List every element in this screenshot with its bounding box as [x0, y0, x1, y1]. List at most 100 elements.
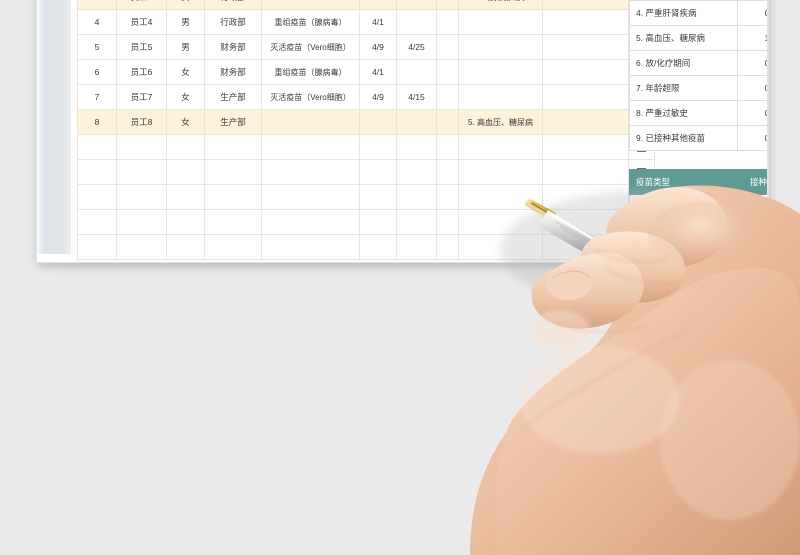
checkbox-icon[interactable]: [637, 243, 646, 253]
cell-dose2[interactable]: [396, 134, 437, 160]
cell-dose3[interactable]: [436, 59, 459, 85]
cell-dose3[interactable]: [436, 234, 459, 260]
cell-extra[interactable]: [542, 59, 629, 85]
cell-no[interactable]: [77, 234, 117, 260]
stats-row[interactable]: 9. 已接种其他疫苗0: [629, 125, 767, 151]
cell-dose2[interactable]: [396, 209, 437, 235]
table-row[interactable]: [77, 234, 655, 260]
cell-dept[interactable]: [204, 134, 262, 160]
cell-dept[interactable]: 财务部: [204, 59, 262, 85]
cell-sex[interactable]: [166, 184, 205, 210]
cell-note[interactable]: [458, 159, 543, 185]
cell-note[interactable]: 2. 哺乳期妇女: [458, 0, 543, 10]
cell-note[interactable]: [458, 234, 543, 260]
cell-note[interactable]: 5. 高血压、糖尿病: [458, 109, 543, 135]
cell-sex[interactable]: [166, 209, 205, 235]
cell-sex[interactable]: 男: [166, 34, 205, 60]
cell-dose3[interactable]: [436, 209, 459, 235]
cell-vaccine[interactable]: [261, 209, 360, 235]
stats-row[interactable]: 7. 年龄超限0: [629, 75, 767, 101]
table-row[interactable]: [77, 184, 655, 210]
cell-sex[interactable]: 女: [166, 109, 205, 135]
cell-vaccine[interactable]: 重组疫苗（腺病毒）: [261, 59, 360, 85]
cell-dose3[interactable]: [436, 84, 459, 110]
stats-row[interactable]: 4. 严重肝肾疾病0: [629, 0, 767, 26]
cell-extra[interactable]: [542, 109, 629, 135]
cell-no[interactable]: 3: [77, 0, 117, 10]
cell-name[interactable]: [116, 134, 167, 160]
cell-sex[interactable]: 女: [166, 59, 205, 85]
cell-dose3[interactable]: [436, 134, 459, 160]
table-row[interactable]: 5 员工5 男财务部 灭活疫苗（Vero细胞） 4/9 4/25: [77, 34, 655, 60]
cell-dose2[interactable]: [396, 184, 437, 210]
cell-dose1[interactable]: 4/1: [359, 59, 397, 85]
cell-name[interactable]: 员工6: [116, 59, 167, 85]
cell-extra[interactable]: [542, 34, 629, 60]
exclusion-stats-table[interactable]: 3. 健康状况04. 严重肝肾疾病05. 高血压、糖尿病16. 放/化疗期间07…: [629, 0, 767, 151]
cell-sex[interactable]: [166, 234, 205, 260]
cell-note[interactable]: [458, 209, 543, 235]
cell-sex[interactable]: 女: [166, 84, 205, 110]
cell-vaccine[interactable]: 灭活疫苗（Vero细胞）: [261, 34, 360, 60]
table-row[interactable]: 4 员工4 男行政部 重组疫苗（腺病毒） 4/1: [77, 9, 655, 35]
cell-dept[interactable]: 行政部: [204, 9, 262, 35]
cell-extra[interactable]: [542, 184, 629, 210]
cell-note[interactable]: [458, 84, 543, 110]
cell-name[interactable]: [116, 159, 167, 185]
cell-dose1[interactable]: [359, 109, 397, 135]
cell-dose3[interactable]: [436, 34, 459, 60]
cell-extra[interactable]: [542, 134, 629, 160]
cell-note[interactable]: [458, 59, 543, 85]
cell-name[interactable]: 员工7: [116, 84, 167, 110]
vaccine-type-table[interactable]: 疫苗类型接种人次灭活疫苗: [629, 169, 767, 220]
vaccine-type-row[interactable]: 灭活疫苗: [629, 194, 767, 220]
cell-dose1[interactable]: 4/1: [359, 9, 397, 35]
cell-dose2[interactable]: [396, 234, 437, 260]
cell-name[interactable]: [116, 209, 167, 235]
cell-note[interactable]: [458, 184, 543, 210]
cell-vaccine[interactable]: [261, 184, 360, 210]
cell-dept[interactable]: 财务部: [204, 34, 262, 60]
cell-vaccine[interactable]: 重组疫苗（腺病毒）: [261, 9, 360, 35]
cell-dose3[interactable]: [436, 9, 459, 35]
cell-dose2[interactable]: [396, 9, 437, 35]
stats-row[interactable]: 6. 放/化疗期间0: [629, 50, 767, 76]
cell-extra[interactable]: [542, 9, 629, 35]
cell-note[interactable]: [458, 134, 543, 160]
cell-vaccine[interactable]: [261, 234, 360, 260]
employee-vaccination-table[interactable]: 3员工3女行政部2. 哺乳期妇女4员工4男行政部重组疫苗（腺病毒）4/15员工5…: [77, 0, 655, 260]
cell-dose1[interactable]: 4/9: [359, 34, 397, 60]
table-row[interactable]: [77, 134, 655, 160]
cell-dept[interactable]: [204, 159, 262, 185]
cell-dose3[interactable]: [436, 109, 459, 135]
cell-dose2[interactable]: [396, 59, 437, 85]
cell-dose1[interactable]: [359, 134, 397, 160]
cell-name[interactable]: [116, 234, 167, 260]
cell-no[interactable]: 5: [77, 34, 117, 60]
cell-dose3[interactable]: [436, 184, 459, 210]
table-row[interactable]: [77, 159, 655, 185]
cell-dept[interactable]: 行政部: [204, 0, 262, 10]
cell-no[interactable]: [77, 134, 117, 160]
cell-sex[interactable]: [166, 159, 205, 185]
cell-dept[interactable]: [204, 184, 262, 210]
cell-dose1[interactable]: [359, 159, 397, 185]
cell-note[interactable]: [458, 34, 543, 60]
cell-dept[interactable]: [204, 234, 262, 260]
cell-vaccine[interactable]: [261, 109, 360, 135]
cell-dept[interactable]: 生产部: [204, 109, 262, 135]
cell-vaccine[interactable]: [261, 134, 360, 160]
cell-no[interactable]: [77, 209, 117, 235]
cell-no[interactable]: 6: [77, 59, 117, 85]
cell-extra[interactable]: [542, 0, 629, 10]
cell-dose2[interactable]: [396, 0, 437, 10]
cell-dose3[interactable]: [436, 0, 459, 10]
cell-sex[interactable]: 女: [166, 0, 205, 10]
cell-dose2[interactable]: [396, 109, 437, 135]
cell-no[interactable]: [77, 159, 117, 185]
cell-name[interactable]: [116, 184, 167, 210]
cell-no[interactable]: 7: [77, 84, 117, 110]
cell-dose1[interactable]: [359, 209, 397, 235]
cell-dose3[interactable]: [436, 159, 459, 185]
cell-extra[interactable]: [542, 159, 629, 185]
